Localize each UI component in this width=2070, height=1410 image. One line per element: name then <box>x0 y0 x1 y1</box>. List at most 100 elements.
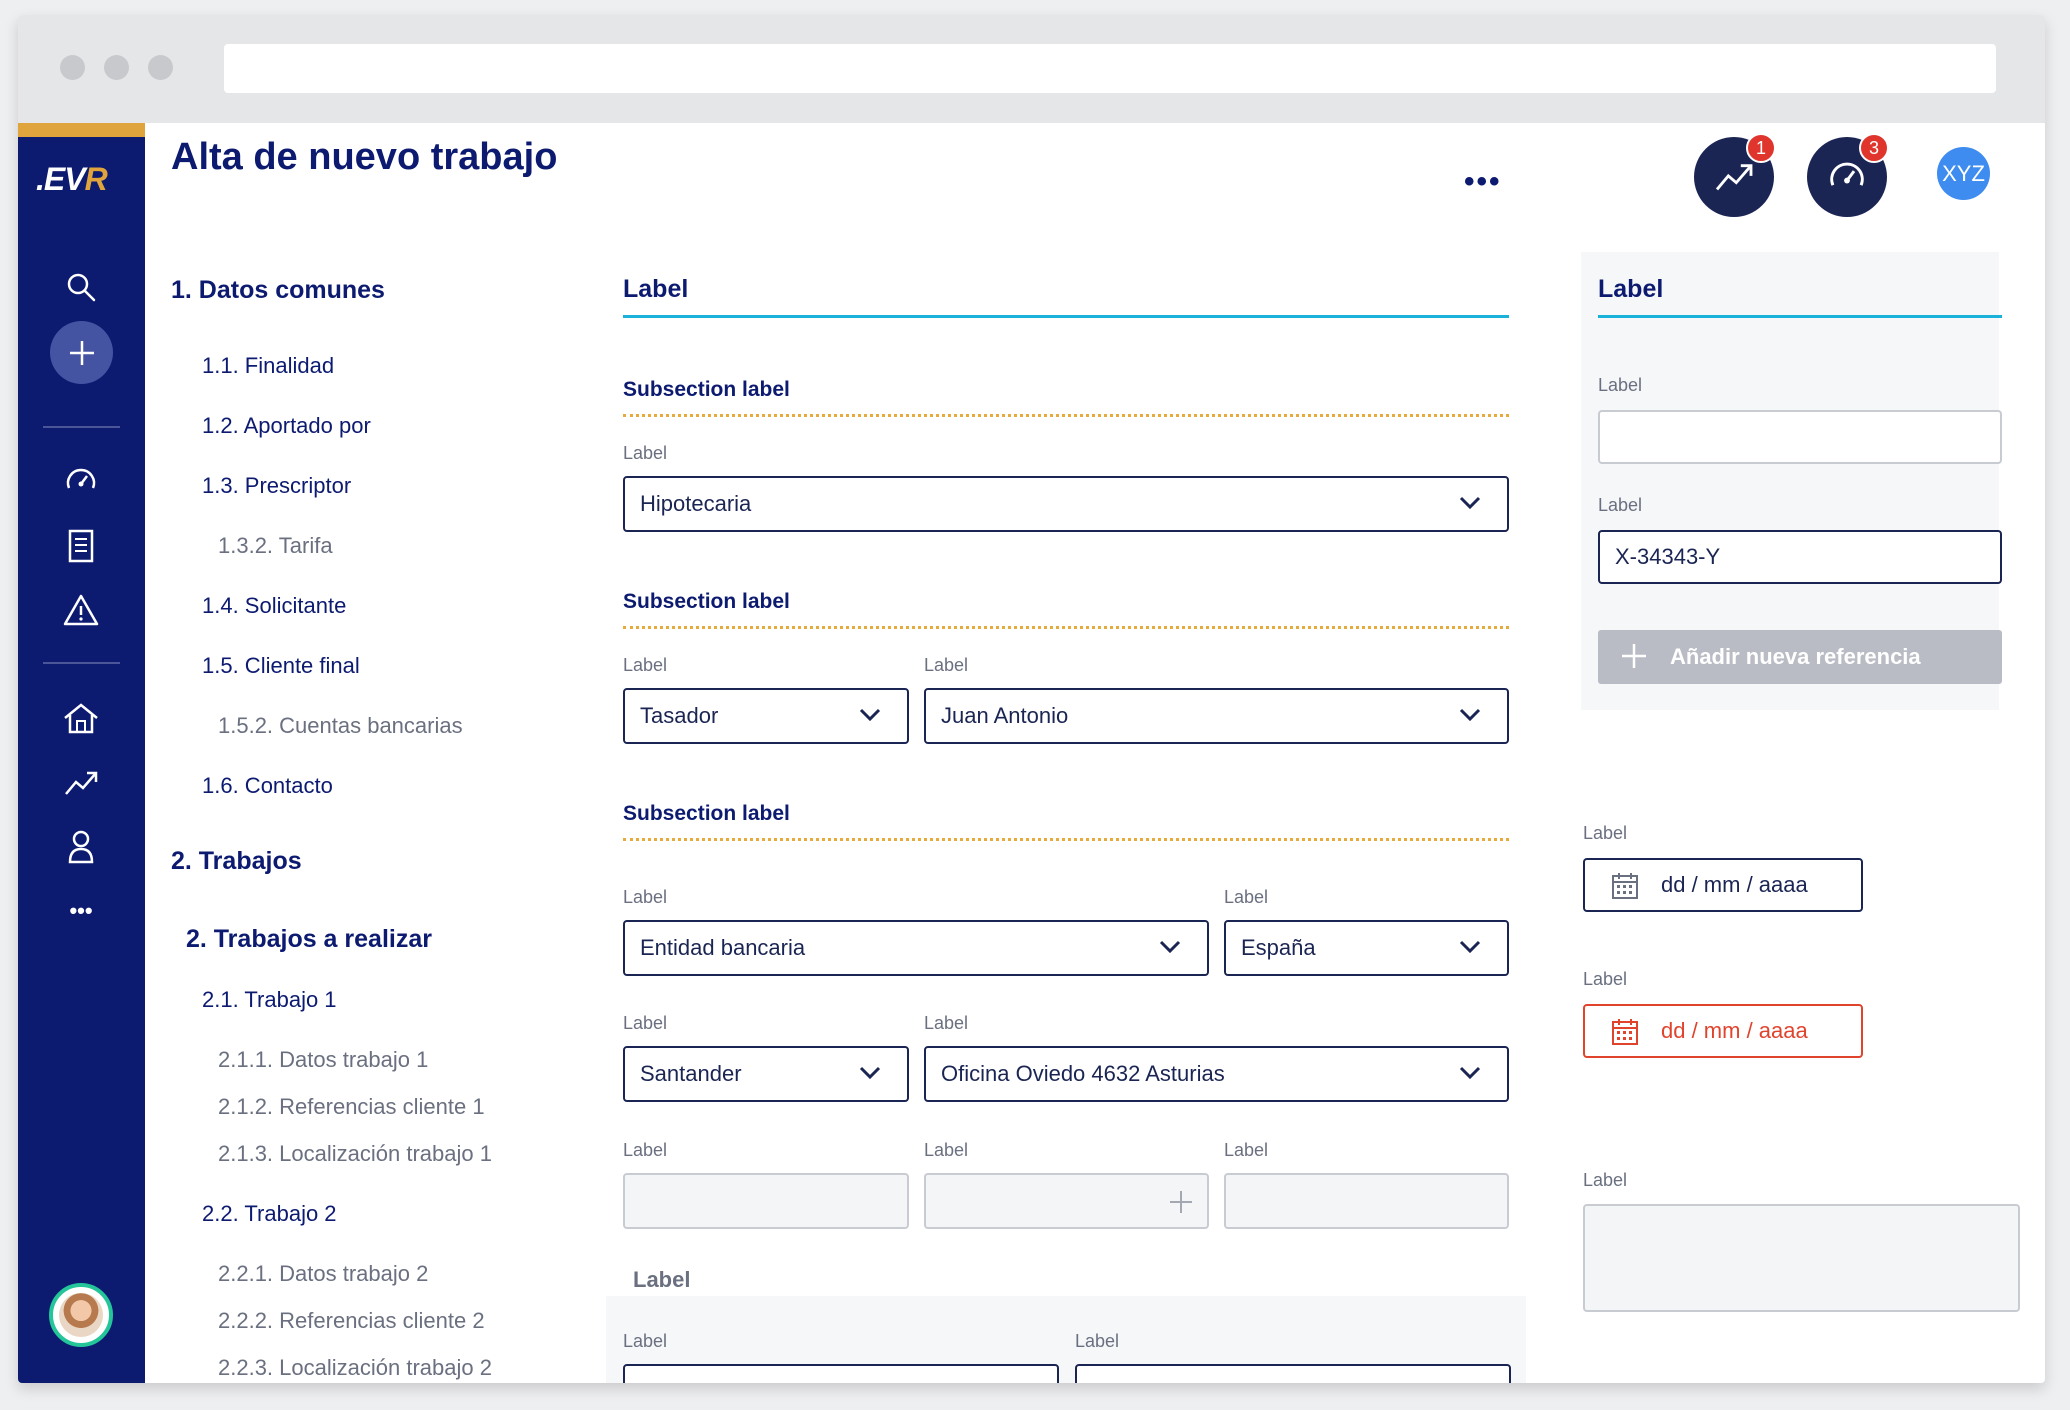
toc-item[interactable]: 1.2. Aportado por <box>202 413 371 439</box>
country-select[interactable]: España <box>1224 920 1509 976</box>
reference-input[interactable] <box>1598 410 2002 464</box>
toc-item[interactable]: 2.1.3. Localización trabajo 1 <box>218 1141 492 1167</box>
toc-item[interactable]: 1.5. Cliente final <box>202 653 360 679</box>
add-new-button[interactable] <box>50 321 113 384</box>
field-label: Label <box>623 1331 668 1351</box>
bank-select[interactable]: Entidad bancaria <box>623 920 1209 976</box>
speed-notifications-button[interactable]: 3 <box>1807 133 1889 217</box>
sidebar-accent-bar <box>18 123 145 137</box>
chevron-down-icon <box>859 1066 881 1080</box>
disabled-input[interactable] <box>1224 1173 1509 1229</box>
subsection-title: Subsection label <box>623 802 790 825</box>
button-label: Añadir nueva referencia <box>1670 644 1921 669</box>
select-value: Juan Antonio <box>941 703 1069 728</box>
trend-notifications-button[interactable]: 1 <box>1694 133 1776 217</box>
field-label: Label <box>1224 887 1269 907</box>
select-value: Tasador <box>640 703 719 728</box>
disabled-input[interactable] <box>924 1173 1209 1229</box>
toc-item[interactable]: 1.3. Prescriptor <box>202 473 351 499</box>
field-label: Label <box>1598 495 1643 515</box>
field-label: Label <box>924 1140 969 1160</box>
nested-input[interactable] <box>623 1364 1059 1383</box>
user-icon[interactable] <box>61 827 101 867</box>
subsection-divider <box>623 838 1509 841</box>
bank-name-select[interactable]: Santander <box>623 1046 909 1102</box>
subsection-title: Subsection label <box>623 590 790 613</box>
branch-select[interactable]: Oficina Oviedo 4632 Asturias <box>924 1046 1509 1102</box>
reference-value-input[interactable]: X-34343-Y <box>1598 530 2002 584</box>
logo-text: .EV <box>36 161 86 197</box>
person-select[interactable]: Juan Antonio <box>924 688 1509 744</box>
toc-item[interactable]: 2.1.1. Datos trabajo 1 <box>218 1047 428 1073</box>
home-icon[interactable] <box>61 698 101 738</box>
field-label: Label <box>924 655 969 675</box>
toc-item[interactable]: 1.1. Finalidad <box>202 353 334 379</box>
toc-item[interactable]: 1.3.2. Tarifa <box>218 533 333 559</box>
search-icon[interactable] <box>61 267 101 307</box>
date-input-error[interactable]: dd / mm / aaaa <box>1583 1004 1863 1058</box>
field-label: Label <box>1583 1170 1628 1190</box>
notification-badge: 3 <box>1859 133 1889 163</box>
disabled-input[interactable] <box>623 1173 909 1229</box>
chevron-down-icon <box>1459 496 1481 510</box>
sidebar: .EVR ••• <box>18 123 145 1383</box>
chevron-down-icon <box>859 708 881 722</box>
window-control-dot[interactable] <box>148 55 173 80</box>
toc-item[interactable]: 2.2. Trabajo 2 <box>202 1201 337 1227</box>
user-avatar[interactable] <box>49 1283 113 1347</box>
field-label: Label <box>623 1140 668 1160</box>
field-label: Label <box>1583 823 1628 843</box>
window-control-dot[interactable] <box>104 55 129 80</box>
field-label: Label <box>1598 375 1643 395</box>
trend-icon[interactable] <box>61 763 101 803</box>
warning-icon[interactable] <box>61 590 101 630</box>
toc-item[interactable]: 2. Trabajos <box>171 847 302 876</box>
notes-textarea[interactable] <box>1583 1204 2020 1312</box>
toc-item[interactable]: 1.4. Solicitante <box>202 593 346 619</box>
select-value: Santander <box>640 1061 742 1086</box>
field-label: Label <box>623 1013 668 1033</box>
toc-item[interactable]: 2.2.2. Referencias cliente 2 <box>218 1308 485 1334</box>
field-label: Label <box>1224 1140 1269 1160</box>
role-select[interactable]: Tasador <box>623 688 909 744</box>
add-reference-button[interactable]: Añadir nueva referencia <box>1598 630 2002 684</box>
input-value: X-34343-Y <box>1615 544 1721 569</box>
address-bar[interactable] <box>224 44 1996 93</box>
nested-panel: Label Label <box>606 1296 1526 1383</box>
nested-input[interactable] <box>1075 1364 1511 1383</box>
toc-item[interactable]: 2.1.2. Referencias cliente 1 <box>218 1094 485 1120</box>
plus-icon <box>69 340 94 365</box>
toc-item[interactable]: 1. Datos comunes <box>171 276 385 305</box>
chevron-down-icon <box>1159 940 1181 954</box>
chevron-down-icon <box>1459 1066 1481 1080</box>
avatar-photo <box>59 1293 103 1337</box>
user-initials-chip[interactable]: XYZ <box>1937 147 1990 200</box>
document-icon[interactable] <box>61 526 101 566</box>
field-label: Label <box>1075 1331 1120 1351</box>
toc-item[interactable]: 2.1. Trabajo 1 <box>202 987 337 1013</box>
select-value: Entidad bancaria <box>640 935 806 960</box>
toc-item[interactable]: 1.5.2. Cuentas bancarias <box>218 713 463 739</box>
purpose-select[interactable]: Hipotecaria <box>623 476 1509 532</box>
calendar-icon <box>1612 873 1638 899</box>
window-control-dot[interactable] <box>60 55 85 80</box>
speedometer-icon <box>1830 162 1864 186</box>
toc-item[interactable]: 1.6. Contacto <box>202 773 333 799</box>
more-options-button[interactable]: ••• <box>1464 165 1502 199</box>
plus-icon <box>1170 1191 1192 1213</box>
chevron-down-icon <box>1459 940 1481 954</box>
toc-item[interactable]: 2.2.1. Datos trabajo 2 <box>218 1261 428 1287</box>
speedometer-icon[interactable] <box>61 461 101 501</box>
more-icon[interactable]: ••• <box>61 891 101 931</box>
subsection-title: Subsection label <box>623 378 790 401</box>
plus-icon <box>1622 644 1646 668</box>
toc-item[interactable]: 2.2.3. Localización trabajo 2 <box>218 1355 492 1381</box>
section-title: Label <box>1598 275 1664 303</box>
notification-badge: 1 <box>1746 133 1776 163</box>
date-input[interactable]: dd / mm / aaaa <box>1583 858 1863 912</box>
panel-title: Label <box>633 1267 691 1292</box>
app-logo[interactable]: .EVR <box>36 161 108 198</box>
browser-toolbar <box>18 15 2045 123</box>
section-divider <box>1598 315 2002 318</box>
toc-item[interactable]: 2. Trabajos a realizar <box>186 925 432 954</box>
